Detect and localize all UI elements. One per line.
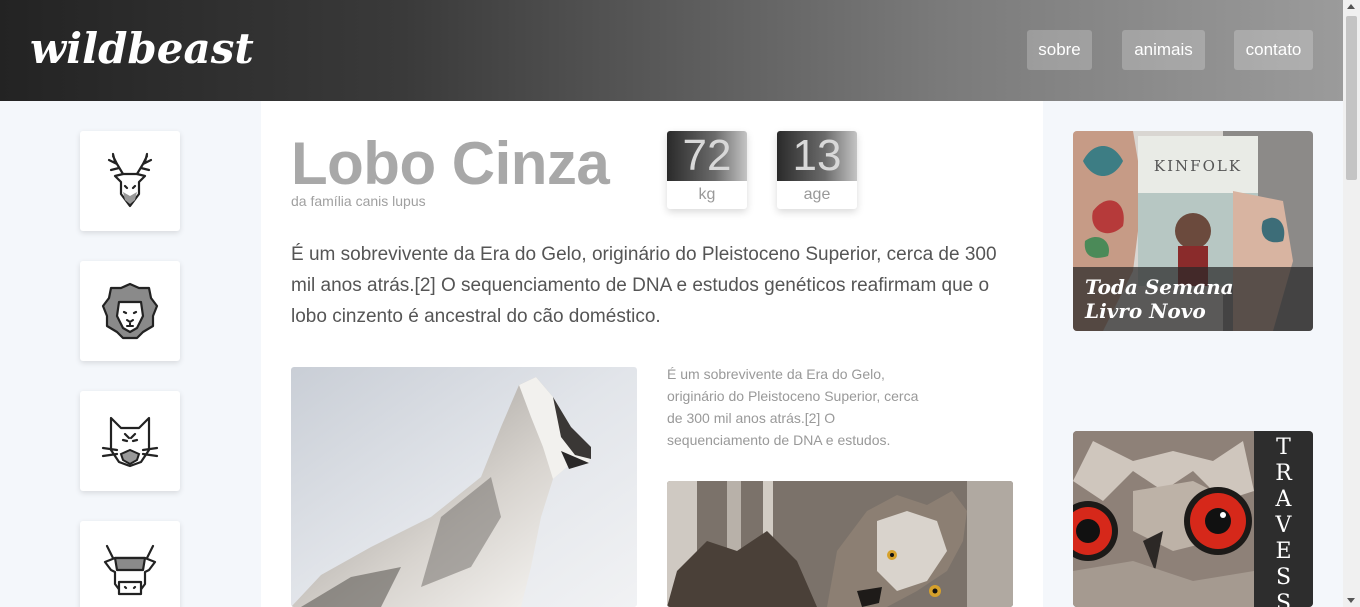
site-logo[interactable]: wildbeast	[30, 24, 254, 73]
sidebar-item-cat[interactable]	[80, 391, 180, 491]
wolf-howling-photo	[291, 367, 637, 607]
sidebar-item-cow[interactable]	[80, 521, 180, 607]
wolves-forest-photo	[667, 481, 1013, 607]
stat-age-unit: age	[803, 186, 831, 203]
page-scrollbar[interactable]	[1343, 0, 1360, 607]
stat-age: 13 age	[777, 131, 857, 209]
animal-description: É um sobrevivente da Era do Gelo, origin…	[291, 244, 997, 327]
ad-owl-letter: S	[1275, 565, 1292, 590]
ad-owl-letter: R	[1275, 461, 1292, 486]
ad-owl-letter: A	[1275, 487, 1292, 512]
sidebar-item-deer[interactable]	[80, 131, 180, 231]
ad-owl[interactable]: T R A V E S S	[1073, 431, 1313, 607]
stat-weight: 72 kg	[667, 131, 747, 209]
ad-owl-letter: S	[1275, 591, 1292, 607]
ad-owl-vertical-text: T R A V E S S	[1254, 431, 1313, 607]
animal-title: Lobo Cinza	[291, 130, 610, 197]
cow-icon	[103, 544, 157, 596]
ad-kinfolk[interactable]: KINFOLK Toda Semana Livro Novo	[1073, 131, 1313, 331]
nav-sobre-button[interactable]: sobre	[1027, 30, 1092, 70]
stat-weight-value: 72	[667, 131, 747, 181]
ad-kinfolk-caption-line2: Livro Novo	[1085, 299, 1206, 323]
scroll-thumb[interactable]	[1346, 16, 1357, 180]
cat-icon	[101, 416, 159, 468]
ad-owl-letter: E	[1275, 539, 1292, 564]
deer-icon	[107, 152, 153, 208]
ad-kinfolk-magazine-title: KINFOLK	[1154, 157, 1242, 175]
sidebar-item-lion[interactable]	[80, 261, 180, 361]
stat-weight-unit: kg	[698, 186, 716, 203]
site-header: wildbeast sobre animais contato	[0, 0, 1343, 101]
animal-article: Lobo Cinza da família canis lupus 72 kg …	[261, 101, 1043, 607]
nav-contato-button[interactable]: contato	[1234, 30, 1313, 70]
scroll-down-icon[interactable]	[1347, 598, 1355, 603]
stat-age-value: 13	[777, 131, 857, 181]
animal-family: da família canis lupus	[291, 193, 426, 209]
ad-owl-letter: T	[1276, 435, 1291, 460]
nav-animais-button[interactable]: animais	[1122, 30, 1205, 70]
scroll-up-icon[interactable]	[1347, 4, 1355, 9]
lion-icon	[101, 282, 159, 340]
ad-kinfolk-caption-line1: Toda Semana	[1085, 275, 1234, 299]
ad-owl-letter: V	[1275, 513, 1292, 538]
photo-caption: É um sobrevivente da Era do Gelo, origin…	[667, 366, 919, 448]
ad-kinfolk-caption: Toda Semana Livro Novo	[1073, 267, 1313, 331]
